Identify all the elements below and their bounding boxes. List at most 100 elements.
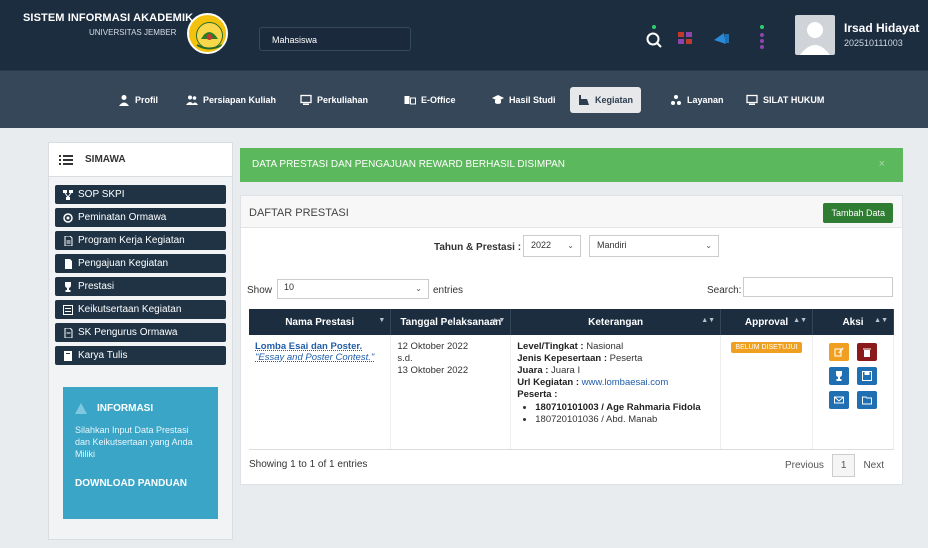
category-select[interactable]: Mandiri ⌄ (589, 235, 719, 257)
nav-kegiatan[interactable]: Kegiatan (570, 87, 642, 113)
sidebar-item-sop-skpi[interactable]: SOP SKPI (55, 185, 226, 204)
avatar[interactable] (795, 15, 835, 55)
col-label: Tanggal Pelaksanaan (400, 316, 502, 328)
sidebar-item-karya-tulis[interactable]: Karya Tulis (55, 346, 226, 365)
alert-message: DATA PRESTASI DAN PENGAJUAN REWARD BERHA… (252, 159, 566, 170)
apps-grid-icon[interactable] (674, 24, 698, 50)
info-title: INFORMASI (97, 403, 154, 414)
col-label: Keterangan (588, 316, 644, 328)
filter-label: Tahun & Prestasi : (434, 242, 521, 253)
page-1-button[interactable]: 1 (831, 454, 856, 477)
sidebar-item-label: Karya Tulis (78, 350, 128, 361)
role-selector[interactable]: Mahasiswa (259, 27, 411, 51)
col-aksi[interactable]: Aksi ▲▼ (812, 309, 894, 335)
more-vertical-icon[interactable] (750, 24, 774, 50)
col-keterangan[interactable]: Keterangan ▲▼ (510, 309, 722, 335)
add-data-button[interactable]: Tambah Data (823, 203, 893, 223)
info-box: INFORMASI Silahkan Input Data Prestasi d… (63, 387, 218, 519)
nav-silat-hukum[interactable]: SILAT HUKUM (738, 87, 832, 113)
university-logo (187, 13, 228, 54)
achievement-table: Nama Prestasi ▼ Tanggal Pelaksanaan ▲▼ Ket… (249, 309, 894, 450)
sort-icon: ▼ (378, 317, 386, 324)
year-select[interactable]: 2022 ⌄ (523, 235, 581, 257)
peserta-label: Peserta : (517, 389, 558, 400)
sidebar-item-peminatan-ormawa[interactable]: Peminatan Ormawa (55, 208, 226, 227)
trophy-button[interactable] (829, 367, 849, 385)
cell-aksi (812, 335, 894, 450)
sidebar-item-pengajuan-kegiatan[interactable]: Pengajuan Kegiatan (55, 254, 226, 273)
next-button[interactable]: Next (855, 455, 892, 476)
filter-label-sep: : (517, 242, 522, 253)
close-icon[interactable]: × (879, 158, 885, 170)
sidebar-item-label: Program Kerja Kegiatan (78, 235, 185, 246)
achievement-name-en: "Essay and Poster Contest." (255, 352, 375, 363)
date-end: 13 Oktober 2022 (397, 365, 469, 376)
sidebar-item-keikutsertaan[interactable]: Keikutsertaan Kegiatan (55, 300, 226, 319)
juara-value: Juara I (551, 365, 581, 376)
date-start: 12 Oktober 2022 (397, 341, 469, 352)
juara-label: Juara : (517, 365, 549, 376)
url-label: Url Kegiatan : (517, 377, 580, 388)
nav-e-office[interactable]: E-Office (396, 87, 464, 113)
sidebar-item-program-kerja[interactable]: Program Kerja Kegiatan (55, 231, 226, 250)
jenis-label: Jenis Kepesertaan : (517, 353, 608, 364)
nav-hasil-studi[interactable]: Hasil Studi (484, 87, 564, 113)
level-label: Level/Tingkat : (517, 341, 584, 352)
col-nama-prestasi[interactable]: Nama Prestasi ▼ (249, 309, 392, 335)
edit-button[interactable] (829, 343, 849, 361)
service-icon (671, 95, 681, 105)
col-label: Approval (744, 316, 789, 328)
info-text: Silahkan Input Data Prestasi dan Keikuts… (75, 425, 193, 459)
sort-icon: ▲▼ (874, 317, 888, 324)
edit-icon (834, 347, 844, 357)
app-subtitle: UNIVERSITAS JEMBER (89, 28, 177, 37)
success-alert: DATA PRESTASI DAN PENGAJUAN REWARD BERHA… (240, 148, 903, 182)
sitemap-icon (63, 189, 73, 200)
trophy-icon (836, 371, 842, 381)
office-icon (404, 96, 416, 105)
cell-approval: BELUM DISETUJUI (720, 335, 813, 450)
sidebar-item-sk-pengurus[interactable]: SK Pengurus Ormawa (55, 323, 226, 342)
list-icon (63, 304, 73, 315)
col-tanggal[interactable]: Tanggal Pelaksanaan ▲▼ (390, 309, 512, 335)
nav-layanan[interactable]: Layanan (662, 87, 732, 113)
download-guide-link[interactable]: DOWNLOAD PANDUAN (75, 478, 206, 489)
nav-persiapan-kuliah[interactable]: Persiapan Kuliah (178, 87, 284, 113)
nav-perkuliahan[interactable]: Perkuliahan (292, 87, 376, 113)
status-badge: BELUM DISETUJUI (731, 342, 802, 353)
nav-label: Hasil Studi (509, 95, 556, 105)
nav-label: Profil (135, 95, 159, 105)
pagination: Previous 1 Next (777, 454, 892, 477)
sidebar-item-label: Pengajuan Kegiatan (78, 258, 169, 269)
search-icon[interactable] (642, 24, 666, 50)
previous-button[interactable]: Previous (777, 455, 832, 476)
table-row: Lomba Esai dan Poster. "Essay and Poster… (249, 335, 894, 450)
sort-icon: ▲▼ (491, 317, 506, 324)
users-icon (186, 95, 198, 105)
page-size-select[interactable]: 10 ⌄ (277, 279, 429, 299)
book-icon (64, 350, 72, 361)
screen-icon (300, 94, 312, 105)
announcement-icon[interactable] (710, 24, 734, 50)
cell-keterangan: Level/Tingkat : Nasional Jenis Kepeserta… (510, 335, 722, 450)
table-info: Showing 1 to 1 of 1 entries (249, 459, 368, 470)
achievement-name-link[interactable]: Lomba Esai dan Poster. (255, 341, 384, 352)
nav-profil[interactable]: Profil (110, 87, 166, 113)
nav-label: Perkuliahan (317, 95, 369, 105)
url-link[interactable]: www.lombaesai.com (582, 377, 669, 388)
col-approval[interactable]: Approval ▲▼ (720, 309, 813, 335)
save-icon (862, 371, 872, 381)
sidebar-item-prestasi[interactable]: Prestasi (55, 277, 226, 296)
save-button[interactable] (857, 367, 877, 385)
reward-button[interactable] (829, 391, 849, 409)
search-input[interactable] (743, 277, 893, 297)
graduation-icon (492, 95, 504, 104)
search-label: Search: (707, 285, 742, 296)
top-header: SISTEM INFORMASI AKADEMIK UNIVERSITAS JE… (0, 0, 928, 70)
screen-icon (746, 94, 758, 105)
list-item: 180720101036 / Abd. Manab (535, 414, 714, 426)
sidebar-header: SIMAWA (49, 143, 232, 177)
folder-button[interactable] (857, 391, 877, 409)
list-menu-icon[interactable] (59, 154, 73, 166)
delete-button[interactable] (857, 343, 877, 361)
